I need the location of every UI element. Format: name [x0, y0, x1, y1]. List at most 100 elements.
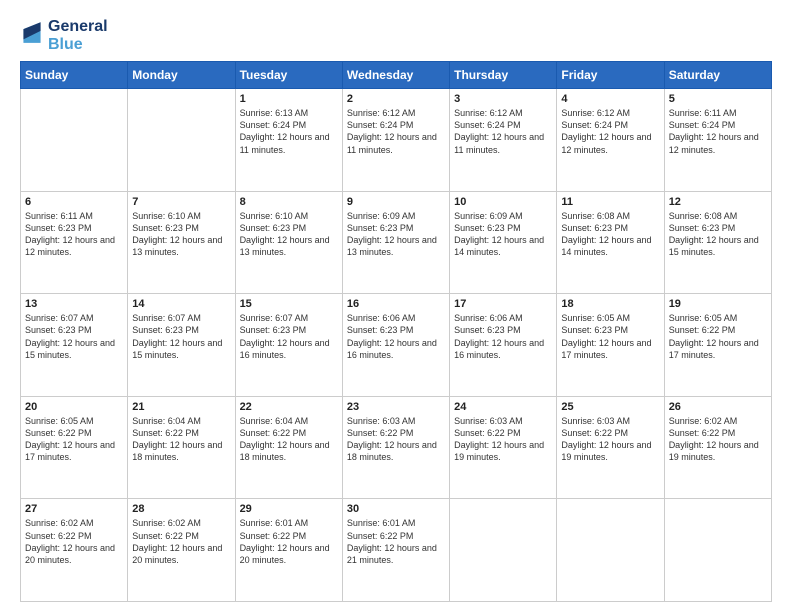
- day-cell: 30 Sunrise: 6:01 AM Sunset: 6:22 PM Dayli…: [342, 499, 449, 602]
- header: General Blue: [20, 18, 772, 53]
- day-number: 27: [25, 503, 123, 515]
- day-number: 5: [669, 93, 767, 105]
- week-row-2: 6 Sunrise: 6:11 AM Sunset: 6:23 PM Daylig…: [21, 191, 772, 294]
- day-number: 30: [347, 503, 445, 515]
- day-number: 25: [561, 401, 659, 413]
- day-number: 2: [347, 93, 445, 105]
- calendar: SundayMondayTuesdayWednesdayThursdayFrid…: [20, 61, 772, 602]
- day-cell: [21, 89, 128, 192]
- day-info: Sunrise: 6:06 AM Sunset: 6:23 PM Dayligh…: [347, 312, 445, 361]
- day-cell: 26 Sunrise: 6:02 AM Sunset: 6:22 PM Dayli…: [664, 396, 771, 499]
- day-info: Sunrise: 6:04 AM Sunset: 6:22 PM Dayligh…: [240, 415, 338, 464]
- day-number: 15: [240, 298, 338, 310]
- day-cell: 10 Sunrise: 6:09 AM Sunset: 6:23 PM Dayli…: [450, 191, 557, 294]
- day-number: 29: [240, 503, 338, 515]
- weekday-header-row: SundayMondayTuesdayWednesdayThursdayFrid…: [21, 62, 772, 89]
- day-number: 26: [669, 401, 767, 413]
- day-cell: 7 Sunrise: 6:10 AM Sunset: 6:23 PM Daylig…: [128, 191, 235, 294]
- day-cell: 23 Sunrise: 6:03 AM Sunset: 6:22 PM Dayli…: [342, 396, 449, 499]
- day-cell: 8Sunrise: 6:10 AM Sunset: 6:23 PM Daylig…: [235, 191, 342, 294]
- day-number: 6: [25, 196, 123, 208]
- week-row-3: 13 Sunrise: 6:07 AM Sunset: 6:23 PM Dayli…: [21, 294, 772, 397]
- week-row-1: 1 Sunrise: 6:13 AM Sunset: 6:24 PM Daylig…: [21, 89, 772, 192]
- day-info: Sunrise: 6:09 AM Sunset: 6:23 PM Dayligh…: [454, 210, 552, 259]
- day-cell: 18 Sunrise: 6:05 AM Sunset: 6:23 PM Dayli…: [557, 294, 664, 397]
- day-info: Sunrise: 6:05 AM Sunset: 6:22 PM Dayligh…: [25, 415, 123, 464]
- weekday-monday: Monday: [128, 62, 235, 89]
- day-cell: [557, 499, 664, 602]
- day-number: 7: [132, 196, 230, 208]
- day-cell: 22 Sunrise: 6:04 AM Sunset: 6:22 PM Dayli…: [235, 396, 342, 499]
- day-info: Sunrise: 6:12 AM Sunset: 6:24 PM Dayligh…: [454, 107, 552, 156]
- day-number: 18: [561, 298, 659, 310]
- day-info: Sunrise: 6:09 AM Sunset: 6:23 PM Dayligh…: [347, 210, 445, 259]
- day-number: 4: [561, 93, 659, 105]
- day-cell: 13 Sunrise: 6:07 AM Sunset: 6:23 PM Dayli…: [21, 294, 128, 397]
- day-cell: 12 Sunrise: 6:08 AM Sunset: 6:23 PM Dayli…: [664, 191, 771, 294]
- day-number: 11: [561, 196, 659, 208]
- day-info: Sunrise: 6:07 AM Sunset: 6:23 PM Dayligh…: [132, 312, 230, 361]
- day-cell: 17 Sunrise: 6:06 AM Sunset: 6:23 PM Dayli…: [450, 294, 557, 397]
- day-info: Sunrise: 6:03 AM Sunset: 6:22 PM Dayligh…: [454, 415, 552, 464]
- day-info: Sunrise: 6:02 AM Sunset: 6:22 PM Dayligh…: [132, 517, 230, 566]
- day-cell: 5Sunrise: 6:11 AM Sunset: 6:24 PM Daylig…: [664, 89, 771, 192]
- day-info: Sunrise: 6:05 AM Sunset: 6:22 PM Dayligh…: [669, 312, 767, 361]
- day-cell: 6 Sunrise: 6:11 AM Sunset: 6:23 PM Daylig…: [21, 191, 128, 294]
- day-number: 13: [25, 298, 123, 310]
- day-cell: 19 Sunrise: 6:05 AM Sunset: 6:22 PM Dayli…: [664, 294, 771, 397]
- weekday-sunday: Sunday: [21, 62, 128, 89]
- week-row-4: 20Sunrise: 6:05 AM Sunset: 6:22 PM Dayli…: [21, 396, 772, 499]
- day-info: Sunrise: 6:12 AM Sunset: 6:24 PM Dayligh…: [561, 107, 659, 156]
- day-number: 28: [132, 503, 230, 515]
- day-cell: 9 Sunrise: 6:09 AM Sunset: 6:23 PM Daylig…: [342, 191, 449, 294]
- day-info: Sunrise: 6:03 AM Sunset: 6:22 PM Dayligh…: [561, 415, 659, 464]
- day-cell: 15 Sunrise: 6:07 AM Sunset: 6:23 PM Dayli…: [235, 294, 342, 397]
- day-info: Sunrise: 6:10 AM Sunset: 6:23 PM Dayligh…: [132, 210, 230, 259]
- day-info: Sunrise: 6:01 AM Sunset: 6:22 PM Dayligh…: [347, 517, 445, 566]
- week-row-5: 27 Sunrise: 6:02 AM Sunset: 6:22 PM Dayli…: [21, 499, 772, 602]
- day-info: Sunrise: 6:07 AM Sunset: 6:23 PM Dayligh…: [25, 312, 123, 361]
- day-cell: 1 Sunrise: 6:13 AM Sunset: 6:24 PM Daylig…: [235, 89, 342, 192]
- day-cell: [450, 499, 557, 602]
- day-cell: [128, 89, 235, 192]
- day-cell: 21 Sunrise: 6:04 AM Sunset: 6:22 PM Dayli…: [128, 396, 235, 499]
- day-cell: 14Sunrise: 6:07 AM Sunset: 6:23 PM Dayli…: [128, 294, 235, 397]
- day-cell: 11 Sunrise: 6:08 AM Sunset: 6:23 PM Dayli…: [557, 191, 664, 294]
- day-info: Sunrise: 6:10 AM Sunset: 6:23 PM Dayligh…: [240, 210, 338, 259]
- day-number: 19: [669, 298, 767, 310]
- day-cell: 2 Sunrise: 6:12 AM Sunset: 6:24 PM Daylig…: [342, 89, 449, 192]
- day-number: 12: [669, 196, 767, 208]
- day-info: Sunrise: 6:08 AM Sunset: 6:23 PM Dayligh…: [561, 210, 659, 259]
- day-info: Sunrise: 6:04 AM Sunset: 6:22 PM Dayligh…: [132, 415, 230, 464]
- day-info: Sunrise: 6:13 AM Sunset: 6:24 PM Dayligh…: [240, 107, 338, 156]
- day-cell: [664, 499, 771, 602]
- weekday-saturday: Saturday: [664, 62, 771, 89]
- day-cell: 3 Sunrise: 6:12 AM Sunset: 6:24 PM Daylig…: [450, 89, 557, 192]
- logo: General Blue: [20, 18, 108, 53]
- day-number: 21: [132, 401, 230, 413]
- day-number: 9: [347, 196, 445, 208]
- day-cell: 20Sunrise: 6:05 AM Sunset: 6:22 PM Dayli…: [21, 396, 128, 499]
- day-info: Sunrise: 6:07 AM Sunset: 6:23 PM Dayligh…: [240, 312, 338, 361]
- logo-icon: [20, 22, 44, 50]
- day-number: 22: [240, 401, 338, 413]
- logo-text: General Blue: [48, 18, 108, 53]
- day-info: Sunrise: 6:02 AM Sunset: 6:22 PM Dayligh…: [25, 517, 123, 566]
- day-info: Sunrise: 6:02 AM Sunset: 6:22 PM Dayligh…: [669, 415, 767, 464]
- day-info: Sunrise: 6:12 AM Sunset: 6:24 PM Dayligh…: [347, 107, 445, 156]
- day-cell: 29Sunrise: 6:01 AM Sunset: 6:22 PM Dayli…: [235, 499, 342, 602]
- weekday-thursday: Thursday: [450, 62, 557, 89]
- day-info: Sunrise: 6:05 AM Sunset: 6:23 PM Dayligh…: [561, 312, 659, 361]
- day-info: Sunrise: 6:03 AM Sunset: 6:22 PM Dayligh…: [347, 415, 445, 464]
- day-number: 3: [454, 93, 552, 105]
- day-cell: 4 Sunrise: 6:12 AM Sunset: 6:24 PM Daylig…: [557, 89, 664, 192]
- day-info: Sunrise: 6:11 AM Sunset: 6:23 PM Dayligh…: [25, 210, 123, 259]
- day-cell: 28 Sunrise: 6:02 AM Sunset: 6:22 PM Dayli…: [128, 499, 235, 602]
- day-number: 17: [454, 298, 552, 310]
- day-cell: 27 Sunrise: 6:02 AM Sunset: 6:22 PM Dayli…: [21, 499, 128, 602]
- day-number: 10: [454, 196, 552, 208]
- day-number: 1: [240, 93, 338, 105]
- day-info: Sunrise: 6:06 AM Sunset: 6:23 PM Dayligh…: [454, 312, 552, 361]
- day-number: 23: [347, 401, 445, 413]
- day-info: Sunrise: 6:08 AM Sunset: 6:23 PM Dayligh…: [669, 210, 767, 259]
